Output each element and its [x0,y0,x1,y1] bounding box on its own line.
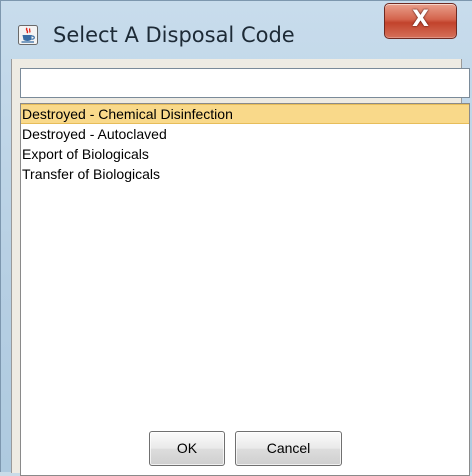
list-item[interactable]: Destroyed - Chemical Disinfection [21,104,469,124]
ok-button[interactable]: OK [149,431,225,466]
list-item[interactable]: Export of Biologicals [21,144,469,164]
search-input[interactable] [20,68,470,98]
cancel-button[interactable]: Cancel [235,431,342,466]
list-item[interactable]: Destroyed - Autoclaved [21,124,469,144]
close-button[interactable]: X [384,3,457,39]
list-item[interactable]: Transfer of Biologicals [21,164,469,184]
title-bar[interactable]: Select A Disposal Code X [1,1,472,59]
window-title: Select A Disposal Code [53,23,295,47]
close-icon: X [412,7,429,32]
java-coffee-cup-icon [18,25,38,45]
disposal-code-list[interactable]: Destroyed - Chemical Disinfection Destroy… [20,103,470,476]
dialog-window: Select A Disposal Code X Destroyed - Che… [0,0,472,476]
